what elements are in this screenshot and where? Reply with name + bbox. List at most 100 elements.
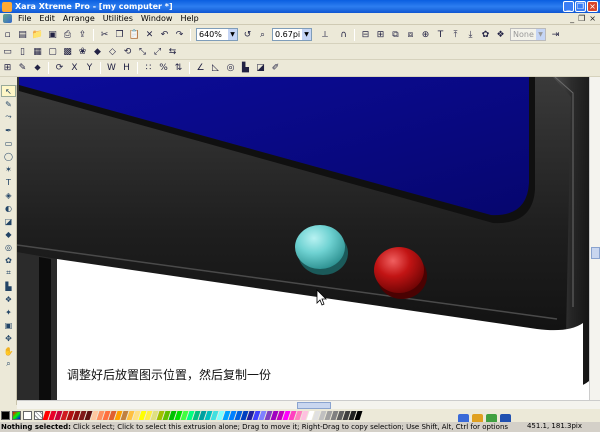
blend-icon[interactable]: ✿ bbox=[479, 28, 492, 41]
zoom-select[interactable]: 640% ▼ bbox=[196, 28, 238, 41]
vertical-scroll-thumb[interactable] bbox=[591, 247, 600, 259]
open-folder-icon[interactable]: 📁 bbox=[31, 28, 44, 41]
send-back-icon[interactable]: ⤓ bbox=[464, 28, 477, 41]
shadow-tool-icon[interactable]: ◪ bbox=[1, 215, 16, 227]
aspect-lock-icon[interactable]: ∷ bbox=[142, 62, 155, 75]
minimize-button[interactable]: _ bbox=[563, 1, 574, 12]
scale-percent-icon[interactable]: % bbox=[157, 62, 170, 75]
y-position-icon[interactable]: Y bbox=[83, 62, 96, 75]
photo-tool-icon[interactable]: ▣ bbox=[1, 319, 16, 331]
shape-icon[interactable]: ◇ bbox=[106, 45, 119, 58]
style-select[interactable]: None ▼ bbox=[510, 28, 546, 41]
ellipse-tool-icon[interactable]: ◯ bbox=[1, 150, 16, 162]
red-button[interactable] bbox=[374, 247, 424, 293]
horizontal-scrollbar[interactable] bbox=[17, 400, 600, 409]
text-tool-icon[interactable]: T bbox=[1, 176, 16, 188]
line-width-select[interactable]: 0.67pi ▼ bbox=[272, 28, 312, 41]
save-icon[interactable]: ▣ bbox=[46, 28, 59, 41]
line-style-icon[interactable]: ⟂ bbox=[315, 28, 335, 41]
palette-swatch[interactable] bbox=[354, 411, 363, 420]
new-document-icon[interactable]: ▫ bbox=[1, 28, 14, 41]
align-left-icon[interactable]: ⊟ bbox=[359, 28, 372, 41]
no-colour-icon[interactable] bbox=[23, 411, 32, 420]
bevel-icon[interactable]: ◺ bbox=[209, 62, 222, 75]
copy-icon[interactable]: ❐ bbox=[113, 28, 126, 41]
drawing-canvas[interactable]: 调整好后放置图示位置，然后复制一份 bbox=[17, 77, 589, 400]
node-icon[interactable]: ⬥ bbox=[31, 62, 44, 75]
frame-icon[interactable]: ▢ bbox=[46, 45, 59, 58]
mould-tool-icon[interactable]: ⌗ bbox=[1, 267, 16, 279]
freehand-tool-icon[interactable]: ✎ bbox=[1, 98, 16, 110]
mirror-icon[interactable]: ⇆ bbox=[166, 45, 179, 58]
group-icon[interactable]: ⧉ bbox=[389, 28, 402, 41]
x-position-icon[interactable]: X bbox=[68, 62, 81, 75]
zoom-tool-icon[interactable]: ⌕ bbox=[1, 358, 16, 370]
doc-restore-button[interactable]: ❐ bbox=[578, 14, 585, 23]
doc-minimize-button[interactable]: _ bbox=[570, 14, 574, 23]
flip-icon[interactable]: ⇅ bbox=[172, 62, 185, 75]
export-icon[interactable]: ⇪ bbox=[76, 28, 89, 41]
bevel-tool-icon[interactable]: ◆ bbox=[1, 228, 16, 240]
quickshape-tool-icon[interactable]: ✶ bbox=[1, 163, 16, 175]
navigation-tool-icon[interactable]: ✥ bbox=[1, 332, 16, 344]
feather-tool-icon[interactable]: ❖ bbox=[1, 293, 16, 305]
contour-tool-icon[interactable]: ◎ bbox=[1, 241, 16, 253]
scale-icon[interactable]: ⤡ bbox=[136, 45, 149, 58]
contour-icon[interactable]: ◎ bbox=[224, 62, 237, 75]
width-icon[interactable]: W bbox=[105, 62, 118, 75]
selector-tool-icon[interactable]: ↖ bbox=[1, 85, 16, 97]
close-button[interactable]: × bbox=[587, 1, 598, 12]
doc-close-button[interactable]: × bbox=[589, 14, 596, 23]
blend-tool-icon[interactable]: ✿ bbox=[1, 254, 16, 266]
selection-bounds-icon[interactable]: ⊞ bbox=[1, 62, 14, 75]
rectangle-tool-icon[interactable]: ▭ bbox=[1, 137, 16, 149]
hatch-swatch-icon[interactable] bbox=[34, 411, 43, 420]
maximize-button[interactable]: ❐ bbox=[575, 1, 586, 12]
text-icon[interactable]: T bbox=[434, 28, 447, 41]
pen-tool-icon[interactable]: ✒ bbox=[1, 124, 16, 136]
feather-icon[interactable]: ❖ bbox=[494, 28, 507, 41]
doc-info-icon[interactable]: ▭ bbox=[1, 45, 14, 58]
align-center-icon[interactable]: ⊞ bbox=[374, 28, 387, 41]
redo-icon[interactable]: ↷ bbox=[173, 28, 186, 41]
bezier-tool-icon[interactable]: ⤳ bbox=[1, 111, 16, 123]
horizontal-scroll-thumb[interactable] bbox=[297, 402, 331, 409]
paste-icon[interactable]: 📋 bbox=[128, 28, 141, 41]
height-icon[interactable]: H bbox=[120, 62, 133, 75]
transparency-tool-icon[interactable]: ◐ bbox=[1, 202, 16, 214]
page-icon[interactable]: ▯ bbox=[16, 45, 29, 58]
transform-icon[interactable]: ⟲ bbox=[121, 45, 134, 58]
menu-utilities[interactable]: Utilities bbox=[100, 14, 138, 23]
push-tool-icon[interactable]: ✋ bbox=[1, 345, 16, 357]
new-template-icon[interactable]: ▤ bbox=[16, 28, 29, 41]
menu-window[interactable]: Window bbox=[138, 14, 178, 23]
zoom-tool-icon[interactable]: ⌕ bbox=[256, 28, 269, 41]
pen-icon[interactable]: ✎ bbox=[16, 62, 29, 75]
menu-file[interactable]: File bbox=[15, 14, 36, 23]
previous-zoom-icon[interactable]: ↺ bbox=[241, 28, 254, 41]
delete-icon[interactable]: ✕ bbox=[143, 28, 156, 41]
menu-edit[interactable]: Edit bbox=[36, 14, 60, 23]
menu-help[interactable]: Help bbox=[177, 14, 203, 23]
extrude-tool-icon[interactable]: ▙ bbox=[1, 280, 16, 292]
bring-front-icon[interactable]: ⤒ bbox=[449, 28, 462, 41]
black-swatch-icon[interactable] bbox=[1, 411, 10, 420]
clipart-icon[interactable]: ❀ bbox=[76, 45, 89, 58]
bitmap-icon[interactable]: ▩ bbox=[61, 45, 74, 58]
colour-editor-icon[interactable] bbox=[12, 411, 21, 420]
cut-icon[interactable]: ✂ bbox=[98, 28, 111, 41]
snap-magnet-icon[interactable]: ∩ bbox=[337, 28, 350, 41]
shadow-icon[interactable]: ◪ bbox=[254, 62, 267, 75]
menu-arrange[interactable]: Arrange bbox=[60, 14, 100, 23]
skew-icon[interactable]: ⤢ bbox=[151, 45, 164, 58]
layers-icon[interactable]: ▦ bbox=[31, 45, 44, 58]
combine-icon[interactable]: ⊕ bbox=[419, 28, 432, 41]
rotate-icon[interactable]: ⟳ bbox=[53, 62, 66, 75]
cyan-button[interactable] bbox=[295, 225, 345, 269]
fill-tool-icon[interactable]: ◈ bbox=[1, 189, 16, 201]
extrude-icon[interactable]: ▙ bbox=[239, 62, 252, 75]
fill-icon[interactable]: ◆ bbox=[91, 45, 104, 58]
undo-icon[interactable]: ↶ bbox=[158, 28, 171, 41]
ungroup-icon[interactable]: ⧈ bbox=[404, 28, 417, 41]
vertical-scrollbar[interactable] bbox=[589, 77, 600, 400]
